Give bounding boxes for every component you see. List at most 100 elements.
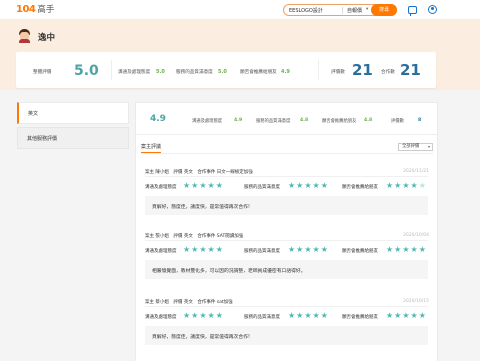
service-value: 4.8 — [300, 118, 309, 123]
star-icon: ★ — [207, 311, 215, 320]
star-rating: ★ ★ ★ ★ ★ — [183, 182, 224, 190]
reviews-panel: 4.9 溝通及處理態度 4.9 服務的品質滿意度 4.8 願否會推薦給朋友 4.… — [135, 102, 438, 361]
star-icon: ★ — [418, 181, 426, 190]
cases-count-value: 21 — [400, 61, 421, 79]
star-icon: ★ — [394, 181, 402, 190]
star-icon: ★ — [304, 311, 312, 320]
reviews-count-value: 21 — [352, 61, 373, 79]
service-label: 服務的品質滿意度 — [256, 119, 291, 124]
star-icon: ★ — [418, 311, 426, 320]
chevron-down-icon: ▾ — [427, 144, 430, 149]
star-rating: ★ ★ ★ ★ ★ — [386, 182, 427, 190]
star-rating: ★ ★ ★ ★ ★ — [288, 246, 329, 254]
review-card: 案主 蔡小姐 評價 英文 合作事件 sat加強 2020/10/15 溝通及處理… — [138, 297, 435, 358]
category-score: 4.9 — [150, 114, 166, 124]
star-icon: ★ — [402, 311, 410, 320]
profile-name: 逸中 — [38, 33, 56, 43]
search-button[interactable]: 搜尋 — [371, 4, 397, 16]
rating-label: 服務的品質滿意度 — [244, 249, 280, 254]
overall-stats-card: 整體評價 5.0 溝通及處理態度 5.0 服務的品質滿意度 5.0 願否會推薦給… — [16, 52, 436, 88]
star-icon: ★ — [288, 311, 296, 320]
count-value: 8 — [418, 118, 422, 123]
chevron-down-icon: ▾ — [366, 7, 369, 12]
recommend-label: 願否會推薦給朋友 — [322, 119, 357, 124]
star-rating: ★ ★ ★ ★ ★ — [183, 246, 224, 254]
review-filter-select[interactable]: 全部評價 ▾ — [398, 143, 433, 151]
service-rating-value: 5.0 — [218, 69, 227, 75]
review-meta: 案主 陳小姐 評價 英文 合作事件 日文一線檢定加強 — [145, 170, 253, 175]
star-icon: ★ — [191, 311, 199, 320]
star-icon: ★ — [304, 245, 312, 254]
star-icon: ★ — [312, 311, 320, 320]
rating-label: 溝通及處理態度 — [145, 249, 177, 254]
review-filter-row: 案主評議 全部評價 ▾ — [136, 140, 437, 154]
category-summary: 4.9 溝通及處理態度 4.9 服務的品質滿意度 4.8 願否會推薦給朋友 4.… — [136, 103, 437, 135]
star-rating: ★ ★ ★ ★ ★ — [288, 312, 329, 320]
star-rating: ★ ★ ★ ★ ★ — [183, 312, 224, 320]
user-account-icon[interactable] — [428, 5, 437, 14]
rating-label: 願否會推薦給朋友 — [342, 315, 378, 320]
review-comment: 相嚴憶覺面，教材豐化多，可以因的況調整，老師員成優密有口語得好。 — [145, 260, 428, 279]
comm-rating-label: 溝通及處理態度 — [118, 70, 151, 75]
star-icon: ★ — [320, 181, 328, 190]
reviews-count-label: 評價數 — [331, 70, 345, 75]
star-icon: ★ — [410, 311, 418, 320]
nav-item-other-services[interactable]: 其他服務評價 — [17, 127, 129, 149]
site-logo[interactable]: 104 高手 — [16, 3, 55, 16]
recommend-value: 4.8 — [364, 118, 373, 123]
recommend-rating-value: 4.9 — [281, 69, 290, 75]
star-icon: ★ — [191, 245, 199, 254]
nav-item-english[interactable]: 英文 — [17, 102, 129, 124]
review-card: 案主 張小姐 評價 英文 合作事件 SAT閱讀加強 2020/10/04 溝通及… — [138, 231, 435, 292]
star-icon: ★ — [320, 245, 328, 254]
recommend-rating-label: 願否會推薦給朋友 — [240, 70, 277, 75]
search-bar: EESLOGO設計 自報價 ▾ 搜尋 — [283, 4, 397, 16]
rating-label: 服務的品質滿意度 — [244, 315, 280, 320]
star-icon: ★ — [410, 245, 418, 254]
avatar — [18, 29, 31, 43]
count-label: 評價數 — [391, 119, 404, 124]
search-input[interactable]: EESLOGO設計 — [289, 7, 323, 14]
star-icon: ★ — [320, 311, 328, 320]
star-icon: ★ — [183, 245, 191, 254]
star-icon: ★ — [410, 181, 418, 190]
review-comment: 頁解好，態度佳，議度快，是常值得再次合作! — [145, 326, 428, 345]
review-meta: 案主 張小姐 評價 英文 合作事件 SAT閱讀加強 — [145, 234, 244, 239]
star-icon: ★ — [296, 311, 304, 320]
star-icon: ★ — [312, 181, 320, 190]
review-card: 案主 陳小姐 評價 英文 合作事件 日文一線檢定加強 2020/11/21 溝通… — [138, 167, 435, 228]
star-icon: ★ — [288, 245, 296, 254]
star-icon: ★ — [215, 311, 223, 320]
star-icon: ★ — [199, 181, 207, 190]
chat-icon[interactable] — [408, 6, 417, 16]
star-icon: ★ — [215, 245, 223, 254]
rating-label: 服務的品質滿意度 — [244, 185, 280, 190]
star-icon: ★ — [207, 245, 215, 254]
logo-number: 104 — [16, 3, 36, 15]
review-filter-value: 全部評價 — [402, 144, 420, 149]
review-date: 2020/10/04 — [403, 233, 429, 238]
star-icon: ★ — [288, 181, 296, 190]
price-type-select[interactable]: 自報價 — [342, 7, 374, 14]
star-icon: ★ — [394, 245, 402, 254]
star-icon: ★ — [183, 311, 191, 320]
star-icon: ★ — [304, 181, 312, 190]
review-date: 2020/11/21 — [403, 169, 429, 174]
star-icon: ★ — [312, 245, 320, 254]
overall-rating-value: 5.0 — [74, 63, 99, 79]
star-icon: ★ — [386, 181, 394, 190]
rating-label: 溝通及處理態度 — [145, 185, 177, 190]
star-icon: ★ — [418, 245, 426, 254]
comm-rating-value: 5.0 — [156, 69, 165, 75]
star-icon: ★ — [296, 181, 304, 190]
tab-client-reviews[interactable]: 案主評議 — [141, 143, 162, 153]
rating-label: 願否會推薦給朋友 — [342, 249, 378, 254]
logo-text: 高手 — [37, 5, 55, 15]
star-icon: ★ — [402, 181, 410, 190]
comm-value: 4.9 — [234, 118, 243, 123]
star-icon: ★ — [207, 181, 215, 190]
review-comment-text: 頁解好，態度佳，議度快，是常值得再次合作! — [152, 205, 250, 210]
star-icon: ★ — [215, 181, 223, 190]
top-navbar: 104 高手 EESLOGO設計 自報價 ▾ 搜尋 — [0, 0, 480, 20]
star-icon: ★ — [191, 181, 199, 190]
